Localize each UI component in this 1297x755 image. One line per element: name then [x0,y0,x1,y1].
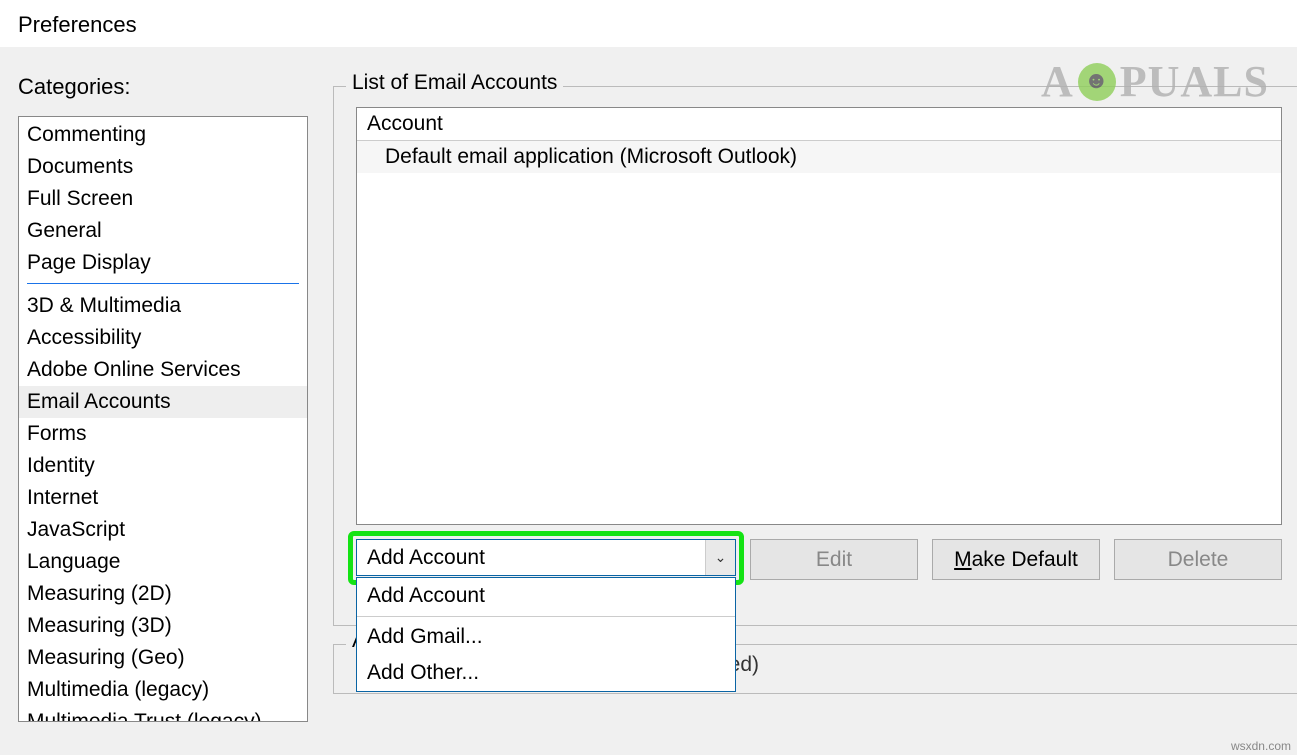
category-item-general[interactable]: General [19,215,307,247]
category-item-measuring-geo[interactable]: Measuring (Geo) [19,642,307,674]
dropdown-toggle-button[interactable]: ⌄ [705,540,735,575]
source-watermark: wsxdn.com [1231,739,1291,753]
logo-face-icon: ☻ [1078,63,1116,101]
category-item-3d-multimedia[interactable]: 3D & Multimedia [19,290,307,322]
category-item-identity[interactable]: Identity [19,450,307,482]
category-item-multimedia-legacy[interactable]: Multimedia (legacy) [19,674,307,706]
dropdown-option-add-gmail[interactable]: Add Gmail... [357,619,735,655]
category-item-commenting[interactable]: Commenting [19,119,307,151]
delete-button[interactable]: Delete [1114,539,1282,580]
category-item-page-display[interactable]: Page Display [19,247,307,279]
category-item-documents[interactable]: Documents [19,151,307,183]
make-default-button[interactable]: Make Default [932,539,1100,580]
add-account-selected-text: Add Account [357,546,705,570]
email-accounts-legend: List of Email Accounts [346,71,563,95]
category-item-accessibility[interactable]: Accessibility [19,322,307,354]
make-default-label: Make Default [954,548,1078,572]
add-account-dropdown[interactable]: Add Account ⌄ [356,539,736,576]
category-item-measuring-3d[interactable]: Measuring (3D) [19,610,307,642]
chevron-down-icon: ⌄ [715,549,727,566]
category-item-language[interactable]: Language [19,546,307,578]
accounts-column-header: Account [357,108,1281,141]
add-account-dropdown-list[interactable]: Add Account Add Gmail... Add Other... [356,577,736,692]
account-row[interactable]: Default email application (Microsoft Out… [357,141,1281,173]
dropdown-option-add-account[interactable]: Add Account [357,578,735,614]
category-item-full-screen[interactable]: Full Screen [19,183,307,215]
category-separator [27,283,299,284]
category-item-adobe-online[interactable]: Adobe Online Services [19,354,307,386]
categories-listbox[interactable]: Commenting Documents Full Screen General… [18,116,308,722]
category-item-internet[interactable]: Internet [19,482,307,514]
category-item-measuring-2d[interactable]: Measuring (2D) [19,578,307,610]
logo-text-a: A [1041,56,1074,107]
window-title: Preferences [0,0,1297,47]
add-account-dropdown-wrap: Add Account ⌄ Add Account Add Gmail... A… [356,539,736,576]
dropdown-separator [357,616,735,617]
sidebar: Categories: Commenting Documents Full Sc… [18,62,308,755]
categories-label: Categories: [18,74,308,100]
content-panel: List of Email Accounts Account Default e… [333,62,1297,755]
logo-text-rest: PUALS [1120,56,1269,107]
category-item-javascript[interactable]: JavaScript [19,514,307,546]
main-area: Categories: Commenting Documents Full Sc… [0,47,1297,755]
appuals-logo: A ☻ PUALS [1041,56,1269,107]
accounts-button-row: Add Account ⌄ Add Account Add Gmail... A… [356,525,1282,580]
category-item-forms[interactable]: Forms [19,418,307,450]
email-accounts-fieldset: List of Email Accounts Account Default e… [333,86,1297,626]
category-item-email-accounts[interactable]: Email Accounts [19,386,307,418]
category-item-multimedia-trust[interactable]: Multimedia Trust (legacy) [19,706,307,722]
edit-button[interactable]: Edit [750,539,918,580]
dropdown-option-add-other[interactable]: Add Other... [357,655,735,691]
accounts-table[interactable]: Account Default email application (Micro… [356,107,1282,525]
